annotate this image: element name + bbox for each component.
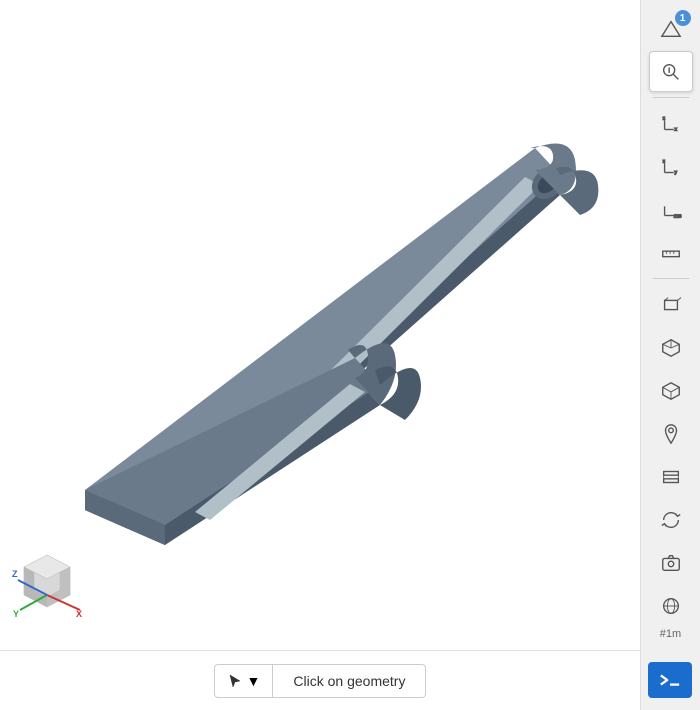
terminal-button[interactable]	[648, 662, 692, 698]
camera-button[interactable]	[649, 542, 693, 583]
axis-zy-button[interactable]: 123	[649, 189, 693, 230]
divider-2	[653, 278, 689, 279]
cursor-button[interactable]: ▼	[214, 664, 274, 698]
viewport: X Y Z ▼ Click on geometry	[0, 0, 640, 710]
axis-indicator: X Y Z	[10, 545, 85, 620]
svg-text:z: z	[662, 115, 665, 120]
svg-text:y: y	[674, 169, 677, 174]
model-area	[0, 0, 640, 620]
svg-text:Y: Y	[13, 609, 19, 619]
svg-text:123: 123	[673, 213, 681, 218]
axis-yx-button[interactable]: z x	[649, 103, 693, 144]
tool-badge: 1	[675, 10, 691, 26]
click-geometry-button[interactable]: Click on geometry	[273, 664, 426, 698]
svg-text:Z: Z	[12, 569, 18, 579]
divider-1	[653, 97, 689, 98]
refresh-button[interactable]	[649, 499, 693, 540]
view-3d-button[interactable]	[649, 327, 693, 368]
measure-button[interactable]	[649, 456, 693, 497]
zoom-measure-button[interactable]	[649, 51, 693, 92]
location-button[interactable]	[649, 413, 693, 454]
scale-label: #1m	[660, 628, 681, 640]
svg-text:x: x	[674, 126, 677, 131]
cursor-dropdown-arrow: ▼	[247, 673, 261, 689]
svg-text:X: X	[76, 609, 82, 619]
axis-zx-button[interactable]: z y	[649, 146, 693, 187]
right-toolbar: 1 z x z y 1	[640, 0, 700, 710]
ruler-button[interactable]	[649, 232, 693, 273]
cube-3d-button[interactable]	[649, 370, 693, 411]
sphere-button[interactable]	[649, 585, 693, 626]
view-front-button[interactable]	[649, 284, 693, 325]
bottom-toolbar: ▼ Click on geometry	[0, 650, 640, 710]
dimension-tool-button[interactable]: 1	[649, 8, 693, 49]
svg-text:z: z	[662, 158, 665, 163]
